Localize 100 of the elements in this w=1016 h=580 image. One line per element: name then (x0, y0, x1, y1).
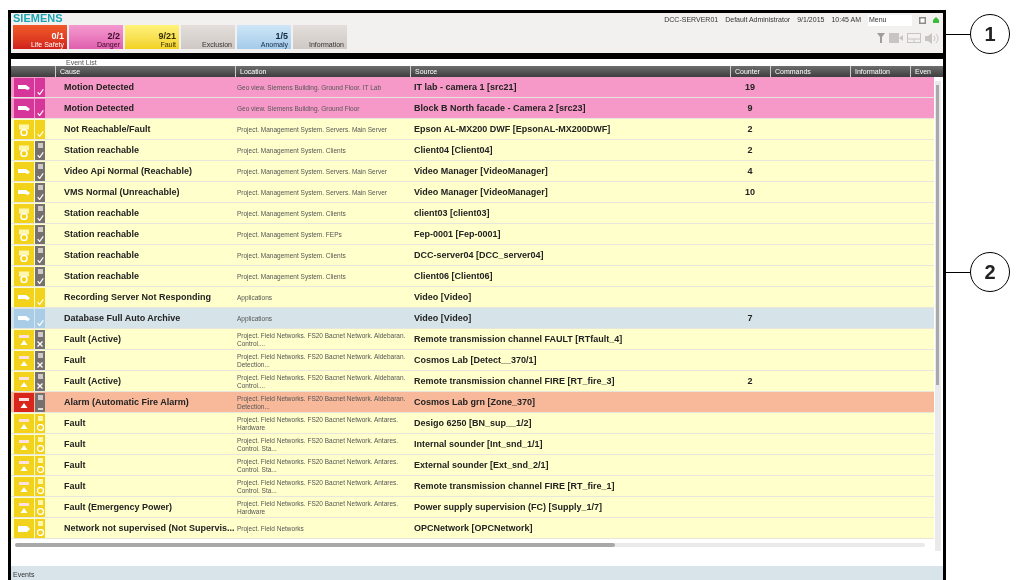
indicator-square (37, 374, 43, 379)
indicator-square (37, 185, 43, 190)
check-icon (36, 257, 44, 263)
cause-text: Station reachable (63, 248, 141, 262)
dash-icon (37, 408, 43, 410)
counter-text: 19 (744, 80, 756, 94)
cause-text: Fault (63, 479, 87, 493)
indicator-square (37, 269, 43, 274)
source-text: Video [Video] (413, 311, 473, 325)
indicator-square (37, 227, 43, 232)
indicator-square (37, 353, 43, 358)
check-icon (36, 110, 44, 116)
source-text: Block B North facade - Camera 2 [src23] (413, 101, 587, 115)
source-text: OPCNetwork [OPCNetwork] (413, 521, 534, 535)
indicator-square (37, 206, 43, 211)
counter-text: 2 (746, 374, 754, 388)
station-icon (19, 123, 29, 136)
source-text: IT lab - camera 1 [src21] (413, 80, 518, 94)
warning-triangle-icon (19, 460, 29, 471)
station-icon (19, 249, 29, 262)
cause-text: Station reachable (63, 206, 141, 220)
check-icon (36, 89, 44, 95)
cause-text: Database Full Auto Archive (63, 311, 182, 325)
warning-triangle-icon (19, 397, 29, 408)
indicator-square (37, 332, 43, 337)
counter-text: 4 (746, 164, 754, 178)
cross-icon (37, 383, 43, 389)
cause-text: VMS Normal (Unreachable) (63, 185, 181, 199)
source-text: Video [Video] (413, 290, 473, 304)
source-text: Client06 [Client06] (413, 269, 494, 283)
source-text: Epson AL-MX200 DWF [EpsonAL-MX200DWF] (413, 122, 612, 136)
source-text: Video Manager [VideoManager] (413, 164, 549, 178)
cause-text: Motion Detected (63, 80, 135, 94)
check-icon (36, 236, 44, 242)
check-icon (36, 131, 44, 137)
counter-text: 2 (746, 143, 754, 157)
cause-text: Recording Server Not Responding (63, 290, 213, 304)
cause-text: Video Api Normal (Reachable) (63, 164, 194, 178)
window-icon[interactable] (919, 16, 926, 24)
screen-icon[interactable] (889, 33, 903, 43)
check-icon (36, 173, 44, 179)
cause-text: Fault (Active) (63, 374, 122, 388)
check-icon (36, 299, 44, 305)
cause-text: Fault (Active) (63, 332, 122, 346)
source-text: Internal sounder [Int_snd_1/1] (413, 437, 544, 451)
counter-text: 2 (746, 122, 754, 136)
source-text: Fep-0001 [Fep-0001] (413, 227, 502, 241)
cause-text: Alarm (Automatic Fire Alarm) (63, 395, 190, 409)
source-text: Cosmos Lab grn [Zone_370] (413, 395, 537, 409)
source-text: DCC-server04 [DCC_server04] (413, 248, 545, 262)
cause-text: Station reachable (63, 143, 141, 157)
speaker-icon[interactable] (925, 32, 939, 44)
cause-text: Fault (63, 437, 87, 451)
station-icon (19, 270, 29, 283)
cross-icon (37, 341, 43, 347)
cause-text: Fault (63, 416, 87, 430)
indicator-square (37, 437, 43, 442)
cause-text: Fault (63, 353, 87, 367)
source-text: Client04 [Client04] (413, 143, 494, 157)
check-icon (36, 194, 44, 200)
warning-triangle-icon (19, 418, 29, 429)
check-icon (36, 215, 44, 221)
counter-text: 9 (746, 101, 754, 115)
counter-text: 7 (746, 311, 754, 325)
warning-triangle-icon (19, 439, 29, 450)
cause-text: Fault (Emergency Power) (63, 500, 174, 514)
cross-icon (37, 362, 43, 368)
station-icon (19, 228, 29, 241)
source-text: Cosmos Lab [Detect__370/1] (413, 353, 538, 367)
source-text: Video Manager [VideoManager] (413, 185, 549, 199)
cause-text: Station reachable (63, 227, 141, 241)
filter-icon[interactable] (877, 33, 885, 43)
check-icon (36, 152, 44, 158)
indicator-square (37, 164, 43, 169)
warning-triangle-icon (19, 502, 29, 513)
warning-triangle-icon (19, 355, 29, 366)
callout-number: 2 (970, 252, 1010, 292)
cause-text: Motion Detected (63, 101, 135, 115)
source-text: Power supply supervision (FC) [Supply_1/7] (413, 500, 604, 514)
warning-triangle-icon (19, 376, 29, 387)
cause-text: Station reachable (63, 269, 141, 283)
source-text: client03 [client03] (413, 206, 491, 220)
indicator-square (37, 521, 43, 526)
cause-text: Not Reachable/Fault (63, 122, 152, 136)
layout-icon[interactable] (907, 33, 921, 43)
logo: SIEMENS (13, 13, 64, 24)
indicator-square (37, 395, 43, 400)
vertical-scrollbar[interactable] (935, 81, 941, 551)
source-text: External sounder [Ext_snd_2/1] (413, 458, 550, 472)
source-text: Remote transmission channel FAULT [RTfault_4] (413, 332, 624, 346)
indicator-square (37, 143, 43, 148)
horizontal-scrollbar[interactable] (15, 543, 925, 547)
status-indicator-icon (933, 17, 939, 24)
source-text: Desigo 6250 [BN_sup__1/2] (413, 416, 533, 430)
indicator-square (37, 458, 43, 463)
warning-triangle-icon (19, 481, 29, 492)
station-icon (19, 207, 29, 220)
station-icon (19, 144, 29, 157)
warning-triangle-icon (19, 334, 29, 345)
source-text: Remote transmission channel FIRE [RT_fire_3] (413, 374, 616, 388)
